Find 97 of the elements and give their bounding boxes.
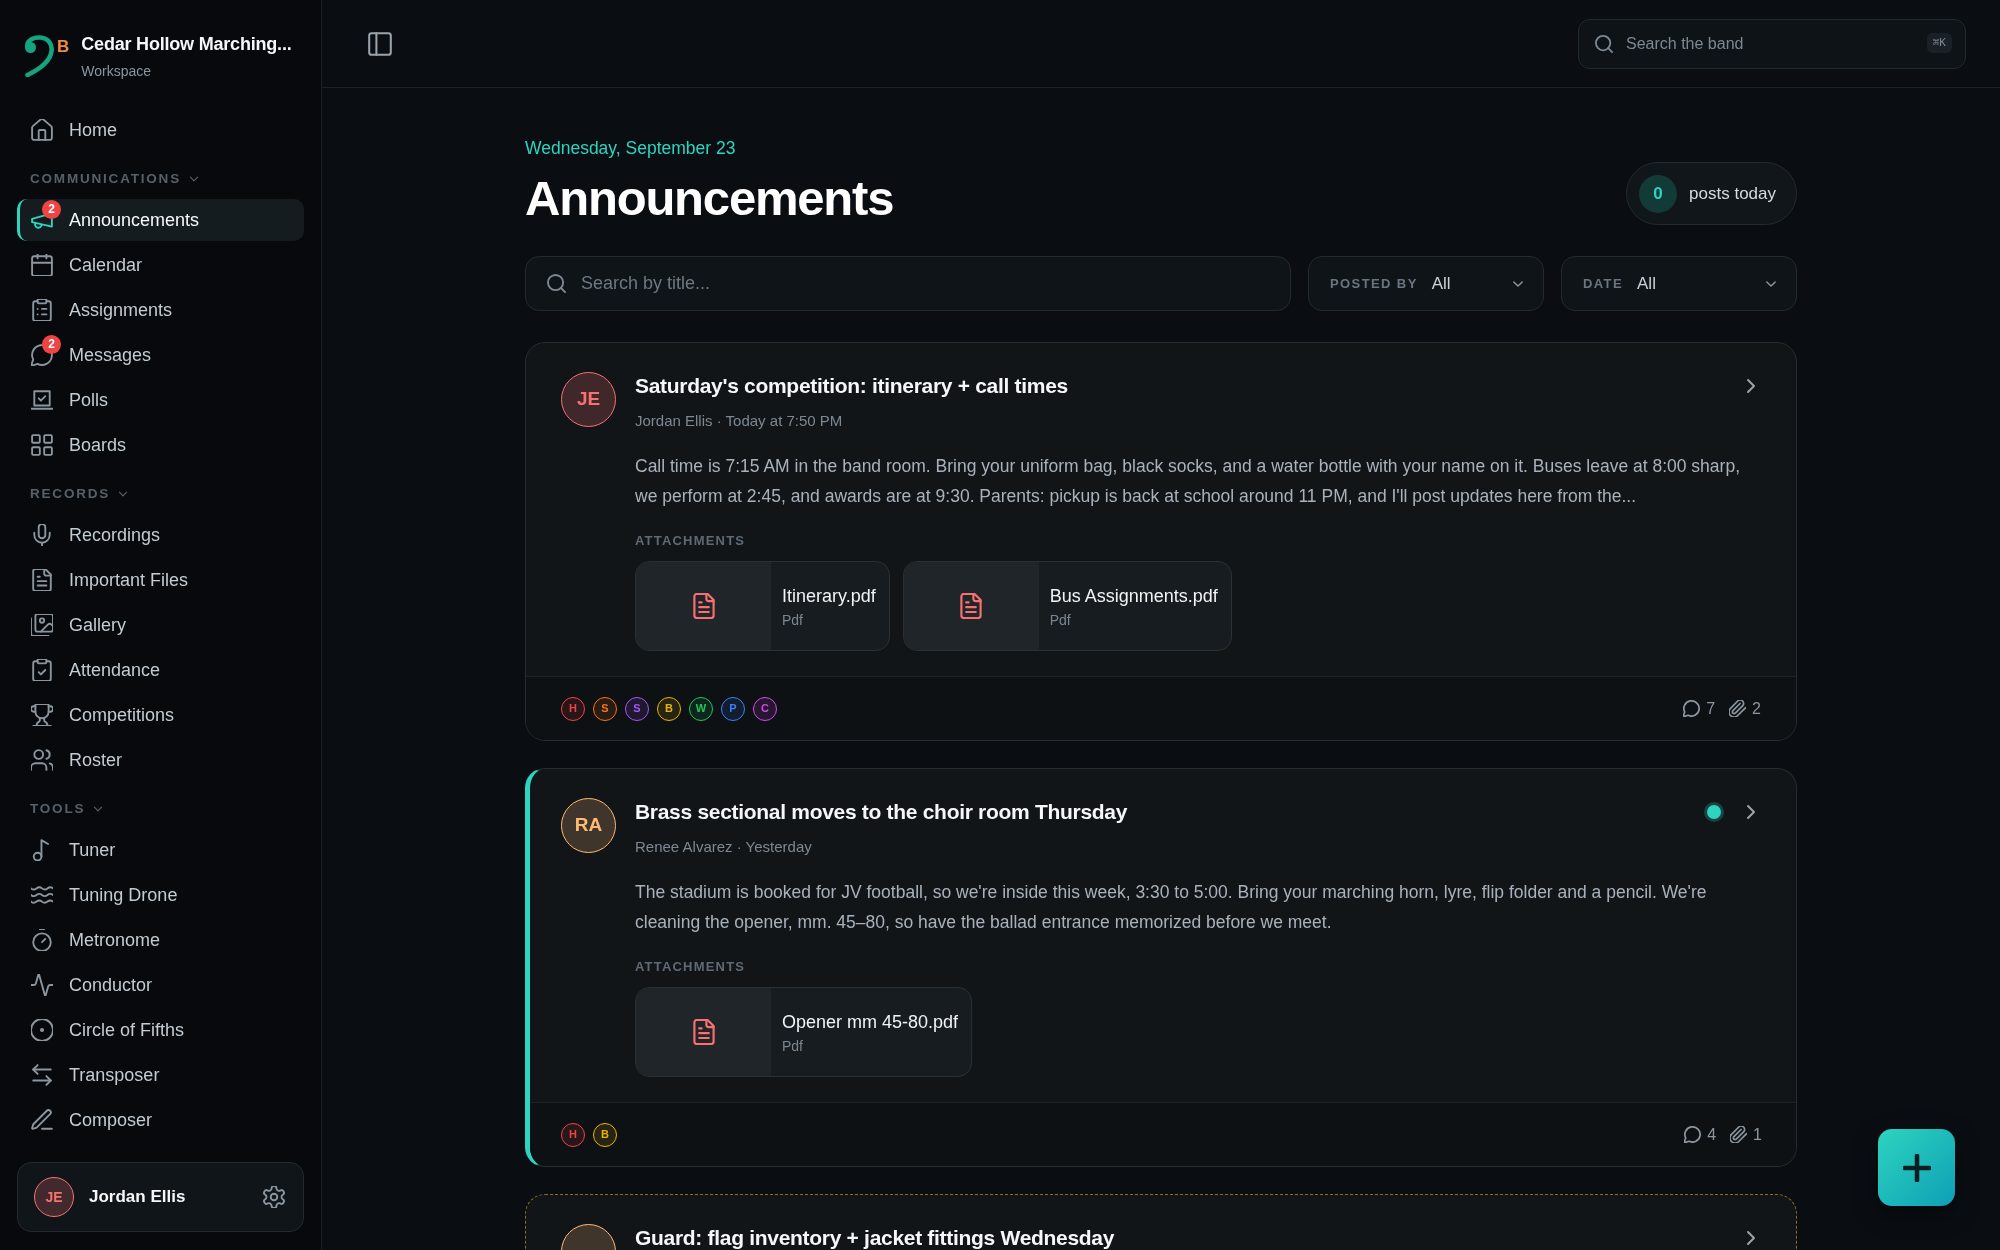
settings-icon[interactable] bbox=[263, 1186, 285, 1208]
attachment-tile[interactable]: Itinerary.pdf Pdf bbox=[635, 561, 890, 651]
author-meta: Jordan Ellis · Today at 7:50 PM bbox=[635, 411, 844, 431]
plus-icon bbox=[1902, 1153, 1931, 1182]
microphone-icon bbox=[31, 524, 53, 546]
nav-item[interactable]: 2 Announcements bbox=[17, 199, 304, 241]
nav-item[interactable]: Calendar bbox=[17, 244, 304, 286]
stopwatch-icon bbox=[31, 929, 53, 951]
paperclip-icon bbox=[1729, 700, 1747, 717]
check-screen-icon bbox=[31, 389, 53, 411]
post-count: 0 bbox=[1639, 174, 1678, 213]
count-badge: 2 bbox=[42, 200, 61, 219]
announcement-title[interactable]: Guard: flag inventory + jacket fittings Wednesday bbox=[635, 1223, 1115, 1250]
sidebar-panel-icon[interactable] bbox=[368, 31, 392, 56]
clipboard-list-icon bbox=[31, 299, 53, 321]
file-name: Itinerary.pdf bbox=[782, 584, 876, 608]
document-icon bbox=[691, 1019, 716, 1045]
attachment-count: 1 bbox=[1753, 1124, 1762, 1145]
file-type: Pdf bbox=[782, 1036, 804, 1055]
file-name: Bus Assignments.pdf bbox=[1049, 584, 1218, 608]
grid-icon bbox=[31, 434, 53, 456]
initial-badge: W bbox=[689, 696, 713, 721]
add-button[interactable] bbox=[1878, 1129, 1955, 1206]
nav-item[interactable]: Circle of Fifths bbox=[17, 1009, 304, 1051]
nav-item[interactable]: Tuner bbox=[17, 829, 304, 871]
nav-item[interactable]: Attendance bbox=[17, 649, 304, 691]
announcement-title[interactable]: Brass sectional moves to the choir room Thursday bbox=[635, 797, 1128, 827]
initial-badge: S bbox=[593, 696, 617, 721]
images-icon bbox=[31, 614, 53, 636]
file-type: Pdf bbox=[1049, 610, 1072, 629]
nav-item[interactable]: Home bbox=[17, 109, 304, 151]
nav-item[interactable]: Conductor bbox=[17, 964, 304, 1006]
avatar: RA bbox=[561, 798, 616, 853]
search-icon bbox=[1595, 34, 1613, 53]
initial-badge: C bbox=[753, 696, 777, 721]
nav-item[interactable]: 2 Messages bbox=[17, 334, 304, 376]
filter-select[interactable]: POSTED BY All bbox=[1308, 256, 1544, 311]
filter-select[interactable]: DATE All bbox=[1561, 256, 1797, 311]
attachment-tile[interactable]: Bus Assignments.pdf Pdf bbox=[902, 561, 1232, 651]
attachment-tile[interactable]: Opener mm 45-80.pdf Pdf bbox=[635, 987, 973, 1077]
announcement-body: The stadium is booked for JV football, so we're inside this week, 3:30 to 5:00. Bring your marching horn, lyre, flip folder and a pencil. We're cleaning the opener, mm. 45–80, so have the ballad entrance memorized before we meet. bbox=[635, 881, 1708, 934]
file-name: Opener mm 45-80.pdf bbox=[782, 1010, 959, 1034]
nav-item[interactable]: Competitions bbox=[17, 694, 304, 736]
page-date: Wednesday, September 23 bbox=[525, 137, 737, 160]
nav-item[interactable]: Assignments bbox=[17, 289, 304, 331]
initial-badge: B bbox=[657, 696, 681, 721]
file-type: Pdf bbox=[782, 610, 804, 629]
attachments-label: ATTACHMENTS bbox=[635, 958, 747, 976]
speech-bubble-icon bbox=[1684, 1126, 1702, 1143]
document-icon bbox=[31, 569, 53, 591]
author-meta: Renee Alvarez · Yesterday bbox=[635, 837, 813, 857]
search-field[interactable]: Search by title... bbox=[525, 256, 1291, 311]
workspace-subtitle: Workspace bbox=[81, 62, 153, 80]
trophy-icon bbox=[31, 704, 53, 726]
home-icon bbox=[31, 119, 53, 141]
comment-count: 4 bbox=[1707, 1124, 1717, 1145]
calendar-icon bbox=[31, 254, 53, 276]
avatar: JE bbox=[561, 372, 616, 427]
user-name: Jordan Ellis bbox=[89, 1186, 187, 1209]
document-icon bbox=[959, 593, 984, 619]
initial-badge: H bbox=[561, 696, 585, 721]
count-badge: 2 bbox=[42, 335, 61, 354]
paperclip-icon bbox=[1730, 1126, 1748, 1143]
announcement-title[interactable]: Saturday's competition: itinerary + call times bbox=[635, 371, 1068, 401]
initial-badge: B bbox=[593, 1122, 617, 1147]
nav-item[interactable]: Boards bbox=[17, 424, 304, 466]
comment-count: 7 bbox=[1706, 698, 1716, 719]
nav-item[interactable]: Roster bbox=[17, 739, 304, 781]
people-icon bbox=[31, 749, 53, 771]
nav-item[interactable]: Polls bbox=[17, 379, 304, 421]
initial-badge: H bbox=[561, 1122, 585, 1147]
nav-item[interactable]: Composer bbox=[17, 1099, 304, 1141]
swap-arrows-icon bbox=[31, 1064, 53, 1086]
document-icon bbox=[691, 593, 716, 619]
pen-icon bbox=[31, 1109, 53, 1131]
initial-badge: P bbox=[721, 696, 745, 721]
avatar: JE bbox=[34, 1177, 74, 1217]
page-title: Announcements bbox=[525, 170, 894, 227]
speech-bubble-icon bbox=[1683, 700, 1701, 717]
nav-item[interactable]: Important Files bbox=[17, 559, 304, 601]
nav-item[interactable]: Transposer bbox=[17, 1054, 304, 1096]
waves-icon bbox=[31, 884, 53, 906]
nav-item[interactable]: Gallery bbox=[17, 604, 304, 646]
attachments-label: ATTACHMENTS bbox=[635, 532, 747, 550]
attachment-count: 2 bbox=[1752, 698, 1761, 719]
announcement-body: Call time is 7:15 AM in the band room. Bring your uniform bag, black socks, and a water bottle with your name on it. Buses leave at 8:00 sharp, we perform at 2:45, and awards are at 9:30. Parents: pickup is back at school around 11 PM, and I'll post updates here from the... bbox=[635, 455, 1741, 508]
nav-item[interactable]: Metronome bbox=[17, 919, 304, 961]
nav-item[interactable]: Tuning Drone bbox=[17, 874, 304, 916]
nav-item[interactable]: Recordings bbox=[17, 514, 304, 556]
bass-clef-icon bbox=[24, 35, 56, 77]
search-icon bbox=[547, 274, 566, 293]
logo-letter: B bbox=[57, 38, 70, 56]
posts-today-label: posts today bbox=[1689, 182, 1776, 205]
workspace-name: Cedar Hollow Marching... bbox=[81, 33, 292, 55]
pulse-icon bbox=[31, 974, 53, 996]
initial-badge: S bbox=[625, 696, 649, 721]
clipboard-check-icon bbox=[31, 659, 53, 681]
